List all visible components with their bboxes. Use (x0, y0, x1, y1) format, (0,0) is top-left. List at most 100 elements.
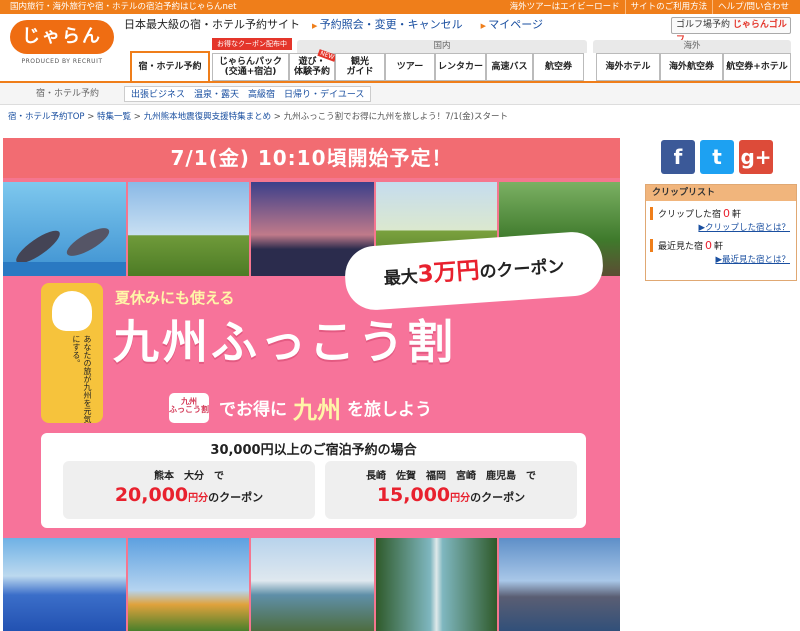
site-description: 国内旅行・海外旅行や宿・ホテルの宿泊予約はじゃらんnet (10, 2, 237, 12)
mascot-icon (52, 291, 92, 331)
coupon-amount-row: 15,000円分のクーポン (325, 484, 577, 506)
tab-overseas-hotel[interactable]: 海外ホテル (596, 53, 660, 81)
clip-title: クリップリスト (646, 185, 796, 201)
facebook-icon[interactable]: f (661, 140, 695, 174)
share-buttons: f t g+ (661, 140, 773, 174)
coupon-unit: 円分 (188, 493, 209, 504)
recent-unit: 軒 (714, 242, 724, 252)
tab-tour-label: ツアー (396, 61, 424, 72)
campaign-tagline: 九州 ふっこう割 でお得に 九州 を旅しよう (169, 390, 432, 425)
googleplus-icon[interactable]: g+ (739, 140, 773, 174)
tab-rentacar[interactable]: レンタカー (435, 53, 486, 81)
subnav-business[interactable]: 出張ビジネス (131, 87, 185, 101)
clipped-help-link[interactable]: ▶クリップした宿とは？ (646, 221, 790, 233)
jalan-logo[interactable]: じゃらん PRODUCED BY RECRUIT (10, 20, 114, 72)
photo-windmill (128, 538, 249, 631)
clipped-help-text: クリップした宿とは？ (704, 223, 790, 233)
subnav-onsen[interactable]: 温泉・露天 (194, 87, 239, 101)
clipped-count: 0 (723, 207, 731, 220)
tab-air-ticket-label: 航空券 (544, 61, 572, 72)
tab-overseas-hotel-label: 海外ホテル (605, 61, 651, 72)
coupon-suffix: のクーポン (470, 491, 526, 504)
tab-highway-bus[interactable]: 高速バス (486, 53, 533, 81)
recent-help-text: 最近見た宿とは？ (721, 255, 790, 265)
summer-subtitle: 夏休みにも使える (115, 289, 235, 307)
tab-sightseeing-label: 観光 ガイド (346, 56, 374, 77)
bubble-amount: 3万円 (416, 257, 481, 288)
start-date-bar: 7/1(金) 10:10頃開始予定！ (3, 138, 620, 178)
top-right-links: 海外ツアーはエイビーロード サイトのご利用方法 ヘルプ/問い合わせ (505, 0, 794, 14)
golf-label: ゴルフ場予約 (676, 20, 731, 30)
twitter-icon[interactable]: t (700, 140, 734, 174)
usage-guide-link[interactable]: サイトのご利用方法 (624, 0, 713, 14)
photo-nemophila (3, 538, 126, 631)
tag-pre: でお得に (219, 400, 287, 420)
clipped-row: クリップした宿 0 軒 (650, 207, 796, 220)
mascot-card: あなたの旅が九州を元気にする。 (41, 283, 103, 423)
bubble-pre: 最大 (383, 266, 419, 290)
photo-grassland (128, 182, 249, 278)
coupon-kumamoto-oita: 熊本 大分 で 20,000円分のクーポン (63, 461, 315, 519)
tab-jalan-pack-label: じゃらんパック (交通+宿泊) (218, 56, 282, 77)
help-link[interactable]: ヘルプ/問い合わせ (712, 0, 794, 14)
coupon-prefs: 長崎 佐賀 福岡 宮崎 鹿児島 で (366, 471, 536, 482)
reservation-link[interactable]: 予約照会・変更・キャンセル (312, 16, 463, 32)
coupon-panel: 30,000円以上のご宿泊予約の場合 熊本 大分 で 20,000円分のクーポン… (41, 433, 586, 528)
photo-gorge (376, 538, 497, 631)
tab-overseas-air[interactable]: 海外航空券 (660, 53, 723, 81)
subnav-links: 出張ビジネス 温泉・露天 高級宿 日帰り・デイユース (124, 86, 372, 102)
mypage-link[interactable]: マイページ (481, 16, 543, 32)
tab-air-hotel[interactable]: 航空券+ホテル (723, 53, 791, 81)
coupon-amount: 15,000 (376, 484, 451, 506)
logo-mark: じゃらん (10, 20, 114, 54)
subnav-luxury[interactable]: 高級宿 (248, 87, 275, 101)
coupon-flag: お得なクーポン配布中 (212, 38, 292, 50)
fukkou-banner[interactable]: 7/1(金) 10:10頃開始予定！ 最大3万円のクーポン あなたの旅が九州を元… (3, 138, 620, 631)
tab-jalan-pack[interactable]: じゃらんパック (交通+宿泊) (212, 53, 289, 81)
subnav-dayuse[interactable]: 日帰り・デイユース (284, 87, 364, 101)
recent-count: 0 (705, 239, 713, 252)
tab-air-ticket[interactable]: 航空券 (533, 53, 584, 81)
bubble-post: のクーポン (478, 256, 566, 283)
mascot-text: あなたの旅が九州を元気にする。 (71, 335, 92, 423)
tag-kyushu: 九州 (293, 396, 341, 424)
coupon-amount: 20,000 (114, 484, 189, 506)
header-links: 予約照会・変更・キャンセル マイページ (312, 16, 543, 32)
crumb-features[interactable]: 特集一覧 (97, 112, 131, 122)
coupon-suffix: のクーポン (208, 491, 264, 504)
abroad-link[interactable]: 海外ツアーはエイビーロード (505, 0, 625, 14)
coupon-amount-row: 20,000円分のクーポン (63, 484, 315, 506)
tab-activities-label: 遊び・ 体験予約 (293, 56, 330, 77)
clipped-label: クリップした宿 (658, 210, 722, 220)
recent-label: 最近見た宿 (658, 242, 704, 252)
photo-volcano (499, 538, 620, 631)
photo-dolphins (3, 182, 126, 278)
recent-row: 最近見た宿 0 軒 (650, 239, 796, 252)
subnav-label: 宿・ホテル予約 (36, 89, 100, 99)
photo-observatory (251, 538, 374, 631)
suitcase-icon: 九州 ふっこう割 (169, 392, 209, 423)
tab-air-hotel-label: 航空券+ホテル (726, 61, 788, 72)
site-tagline: 日本最大級の宿・ホテル予約サイト (124, 18, 300, 31)
top-bar: 国内旅行・海外旅行や宿・ホテルの宿泊予約はじゃらんnet 海外ツアーはエイビーロ… (0, 0, 800, 14)
tag-post: を旅しよう (347, 400, 432, 420)
coupon-condition: 30,000円以上のご宿泊予約の場合 (210, 443, 417, 458)
golf-button[interactable]: ゴルフ場予約 じゃらんゴルフ (671, 17, 791, 45)
tab-hotel-label: 宿・ホテル予約 (138, 61, 202, 72)
logo-subtitle: PRODUCED BY RECRUIT (21, 58, 103, 65)
clipped-unit: 軒 (732, 210, 742, 220)
tab-tour[interactable]: ツアー (385, 53, 435, 81)
overseas-section-label: 海外 (593, 40, 791, 53)
coupon-unit: 円分 (450, 493, 471, 504)
domestic-section-label: 国内 (297, 40, 587, 53)
recent-help-link[interactable]: ▶最近見た宿とは？ (646, 253, 790, 265)
crumb-current: 九州ふっこう割でお得に九州を旅しよう！7/1(金)スタート (283, 112, 508, 122)
campaign-title: 九州ふっこう割 (113, 315, 456, 369)
crumb-top[interactable]: 宿・ホテル予約TOP (8, 112, 85, 122)
tab-rentacar-label: レンタカー (437, 61, 483, 72)
tab-hotel[interactable]: 宿・ホテル予約 (130, 51, 210, 81)
crumb-kumamoto[interactable]: 九州熊本地震復興支援特集まとめ (144, 112, 272, 122)
tab-highway-bus-label: 高速バス (491, 61, 528, 72)
coupon-other-prefs: 長崎 佐賀 福岡 宮崎 鹿児島 で 15,000円分のクーポン (325, 461, 577, 519)
tab-sightseeing[interactable]: 観光 ガイド (335, 53, 385, 81)
